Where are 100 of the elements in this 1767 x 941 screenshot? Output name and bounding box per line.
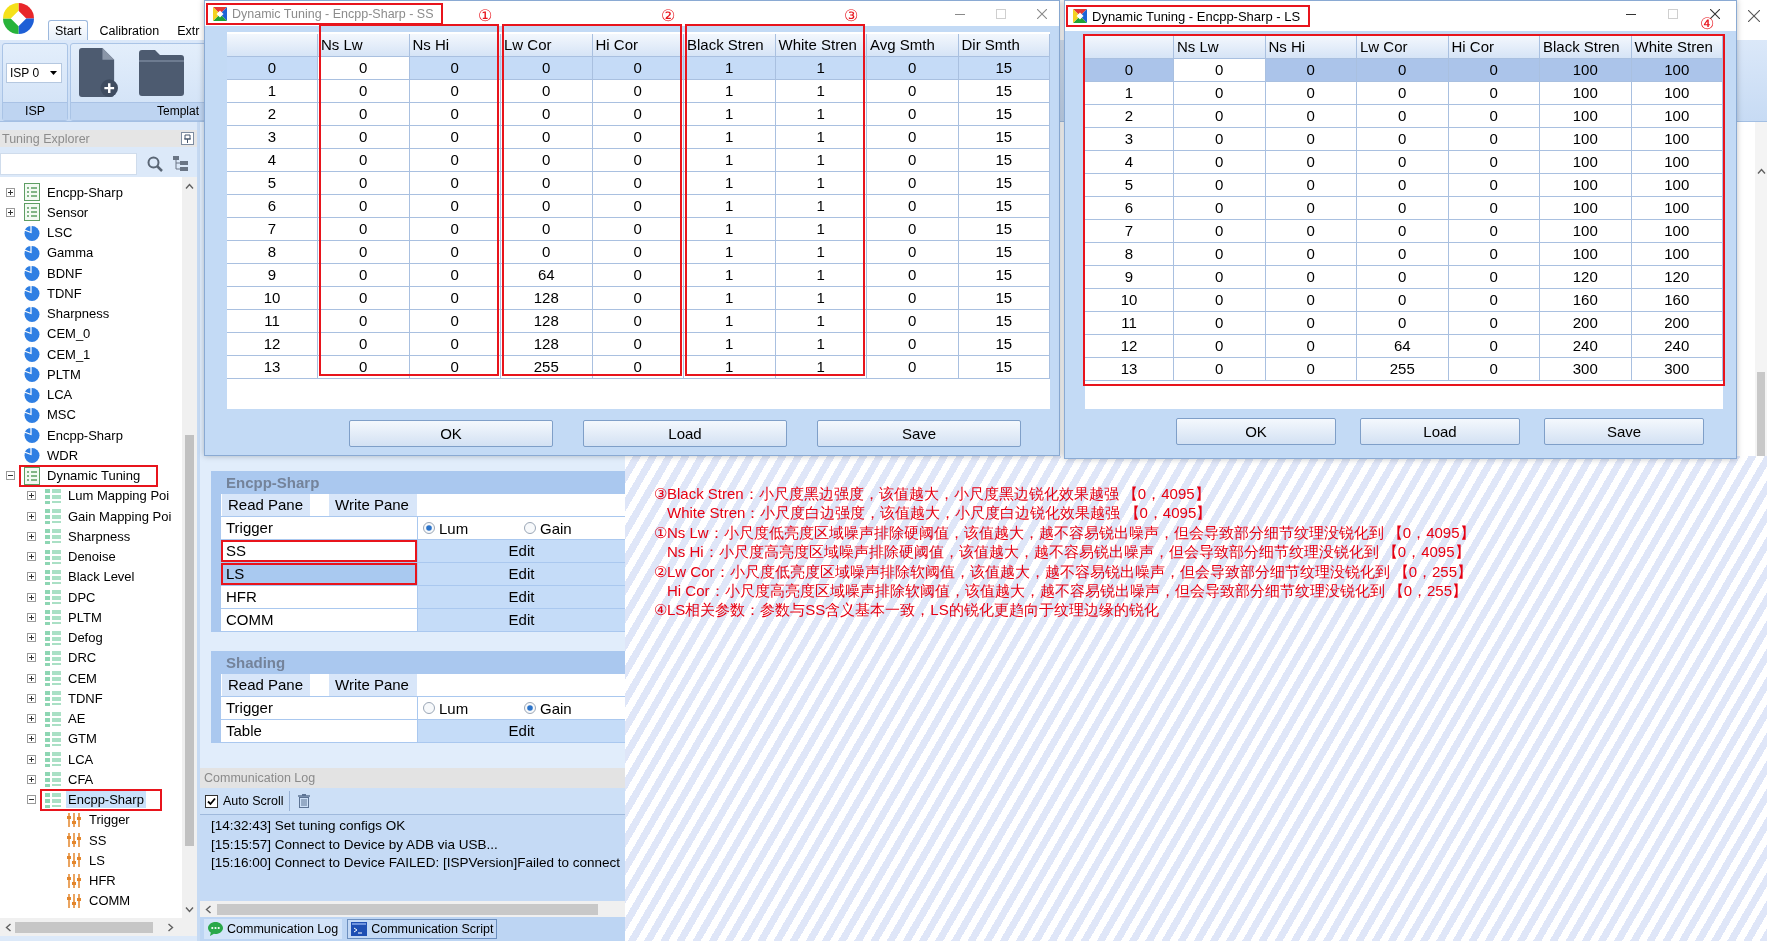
tree-item[interactable]: Gamma (45, 244, 96, 262)
table-cell[interactable]: 0 (867, 149, 959, 172)
expand-icon[interactable] (27, 653, 36, 663)
table-cell[interactable]: 100 (1631, 59, 1723, 82)
property-name[interactable]: HFR (221, 586, 417, 608)
expand-icon[interactable] (27, 511, 36, 521)
table-cell[interactable]: 100 (1631, 105, 1723, 128)
table-cell[interactable]: 0 (1265, 289, 1357, 312)
logo-icon[interactable] (3, 3, 34, 34)
table-cell[interactable]: 240 (1540, 335, 1632, 358)
table-cell[interactable]: 0 (867, 287, 959, 310)
table-cell[interactable]: 0 (318, 149, 410, 172)
table-cell[interactable]: 0 (409, 287, 501, 310)
expand-icon[interactable] (27, 754, 36, 764)
property-name[interactable]: LS (221, 563, 417, 585)
table-cell[interactable]: 1 (684, 103, 776, 126)
expand-icon[interactable] (27, 633, 36, 643)
table-cell[interactable]: 0 (867, 218, 959, 241)
column-header[interactable]: Ns Lw (1174, 36, 1266, 59)
table-cell[interactable]: 100 (1540, 82, 1632, 105)
row-header[interactable]: 8 (1085, 243, 1174, 266)
table-cell[interactable]: 0 (1448, 174, 1540, 197)
pin-icon[interactable] (181, 132, 194, 145)
tree-item[interactable]: SS (87, 831, 109, 849)
column-header[interactable]: Ns Lw (318, 34, 410, 57)
tree-item[interactable]: Sharpness (66, 527, 133, 545)
table-cell[interactable]: 1 (684, 264, 776, 287)
table-cell[interactable]: 0 (592, 310, 684, 333)
file-add-icon[interactable] (79, 48, 119, 98)
table-cell[interactable]: 0 (318, 287, 410, 310)
table-cell[interactable]: 0 (1265, 105, 1357, 128)
table-cell[interactable]: 0 (1174, 220, 1266, 243)
dialog-button[interactable]: Load (1360, 418, 1520, 445)
table-cell[interactable]: 100 (1631, 151, 1723, 174)
pane-tab[interactable]: Write Pane (329, 494, 417, 516)
tree-item[interactable]: BDNF (45, 264, 85, 282)
table-cell[interactable]: 1 (775, 195, 867, 218)
table-cell[interactable]: 1 (775, 264, 867, 287)
table-cell[interactable]: 0 (867, 241, 959, 264)
expand-icon[interactable] (27, 491, 36, 501)
tree-item[interactable]: DRC (66, 649, 99, 667)
edit-button[interactable]: Edit (418, 609, 625, 631)
table-cell[interactable]: 0 (501, 172, 593, 195)
table-cell[interactable]: 0 (1174, 174, 1266, 197)
table-cell[interactable]: 0 (592, 333, 684, 356)
table-cell[interactable]: 0 (1448, 82, 1540, 105)
row-header[interactable]: 2 (1085, 105, 1174, 128)
column-header[interactable]: Ns Hi (1265, 36, 1357, 59)
table-cell[interactable]: 15 (958, 126, 1050, 149)
dialog-button[interactable]: Save (1544, 418, 1704, 445)
tree-item[interactable]: PLTM (45, 365, 83, 383)
table-cell[interactable]: 1 (775, 80, 867, 103)
table-cell[interactable]: 0 (1448, 289, 1540, 312)
table-cell[interactable]: 15 (958, 333, 1050, 356)
table-cell[interactable]: 0 (867, 126, 959, 149)
property-name[interactable]: Trigger (221, 697, 417, 719)
table-cell[interactable]: 0 (592, 195, 684, 218)
table-cell[interactable]: 0 (592, 149, 684, 172)
table-cell[interactable]: 0 (1174, 59, 1266, 82)
isp-combo[interactable]: ISP 0 (6, 63, 62, 83)
column-header[interactable]: White Stren (775, 34, 867, 57)
ribbon-tab[interactable]: Start (48, 20, 89, 40)
row-header[interactable]: 13 (227, 356, 318, 379)
collapse-icon[interactable] (6, 471, 15, 481)
tree-item[interactable]: PLTM (66, 608, 104, 626)
table-cell[interactable]: 1 (684, 172, 776, 195)
table-cell[interactable]: 0 (867, 80, 959, 103)
table-cell[interactable]: 0 (318, 241, 410, 264)
tree-item[interactable]: COMM (87, 892, 133, 910)
table-cell[interactable]: 15 (958, 80, 1050, 103)
row-header[interactable]: 0 (1085, 59, 1174, 82)
table-cell[interactable]: 1 (775, 333, 867, 356)
table-cell[interactable]: 0 (1448, 197, 1540, 220)
table-cell[interactable]: 15 (958, 264, 1050, 287)
table-cell[interactable]: 0 (318, 264, 410, 287)
column-header[interactable]: Ns Hi (409, 34, 501, 57)
table-cell[interactable]: 15 (958, 218, 1050, 241)
table-cell[interactable]: 300 (1631, 358, 1723, 381)
tree-item[interactable]: AE (66, 710, 88, 728)
table-cell[interactable]: 100 (1631, 82, 1723, 105)
row-header[interactable]: 12 (1085, 335, 1174, 358)
tree-item[interactable]: TDNF (45, 284, 84, 302)
expand-icon[interactable] (27, 734, 36, 744)
table-cell[interactable]: 1 (775, 310, 867, 333)
table-cell[interactable]: 0 (409, 172, 501, 195)
table-cell[interactable]: 0 (318, 80, 410, 103)
dialog-button[interactable]: Load (583, 420, 787, 447)
close-icon[interactable] (1710, 9, 1720, 19)
tree-item[interactable]: Defog (66, 629, 105, 647)
table-cell[interactable]: 0 (501, 195, 593, 218)
table-cell[interactable]: 0 (1448, 220, 1540, 243)
table-cell[interactable]: 0 (867, 333, 959, 356)
table-cell[interactable]: 0 (1357, 82, 1449, 105)
table-cell[interactable]: 1 (775, 126, 867, 149)
table-cell[interactable]: 100 (1540, 59, 1632, 82)
table-cell[interactable]: 0 (501, 126, 593, 149)
table-cell[interactable]: 128 (501, 333, 593, 356)
table-cell[interactable]: 0 (318, 218, 410, 241)
table-cell[interactable]: 0 (1265, 128, 1357, 151)
table-cell[interactable]: 0 (1357, 151, 1449, 174)
